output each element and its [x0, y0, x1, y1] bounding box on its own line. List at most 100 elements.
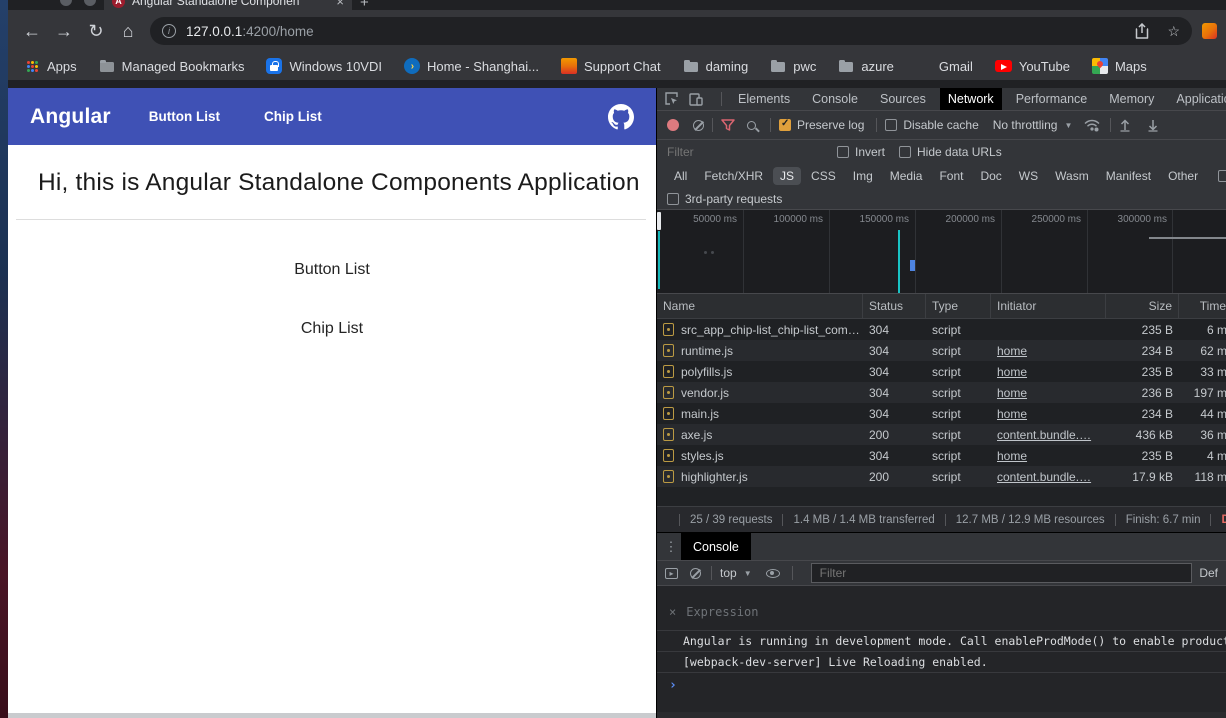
network-filter-input[interactable]: [667, 145, 837, 159]
clear-console-icon[interactable]: [690, 568, 701, 579]
site-info-icon[interactable]: i: [162, 24, 176, 38]
table-header-row[interactable]: Name Status Type Initiator Size Time: [657, 294, 1226, 319]
traffic-light-close[interactable]: [60, 0, 72, 6]
app-link[interactable]: Button List: [8, 261, 656, 279]
type-filter[interactable]: All: [667, 167, 694, 185]
bookmark-item[interactable]: Maps: [1092, 58, 1147, 74]
devtools-tab[interactable]: Memory: [1101, 88, 1162, 111]
address-bar[interactable]: i 127.0.0.1:4200/home ☆: [150, 17, 1192, 45]
import-har-icon[interactable]: [1119, 119, 1131, 132]
app-nav-link[interactable]: Button List: [149, 109, 220, 124]
type-filter[interactable]: Font: [932, 167, 970, 185]
share-icon[interactable]: [1135, 23, 1149, 39]
type-filter[interactable]: Other: [1161, 167, 1205, 185]
app-nav-link[interactable]: Chip List: [264, 109, 322, 124]
third-party-checkbox[interactable]: [667, 193, 679, 205]
live-expression-row[interactable]: × Expression: [657, 586, 1226, 628]
network-conditions-icon[interactable]: [1084, 119, 1100, 132]
type-filter[interactable]: CSS: [804, 167, 843, 185]
bookmark-item[interactable]: Windows 10VDI: [266, 58, 381, 74]
bookmark-item[interactable]: Gmail: [916, 58, 973, 74]
disable-cache-checkbox[interactable]: [885, 119, 897, 131]
request-row[interactable]: polyfills.js 304 script home 235 B 33 m: [657, 361, 1226, 382]
console-sidebar-icon[interactable]: ▸: [665, 568, 678, 579]
devtools-tab[interactable]: Console: [804, 88, 866, 111]
col-status[interactable]: Status: [863, 294, 926, 318]
has-blocked-cookies-checkbox[interactable]: [1218, 170, 1226, 182]
type-filter[interactable]: Wasm: [1048, 167, 1096, 185]
col-size[interactable]: Size: [1106, 294, 1179, 318]
devtools-tab[interactable]: Application: [1168, 88, 1226, 111]
type-filter[interactable]: WS: [1012, 167, 1045, 185]
invert-checkbox[interactable]: [837, 146, 849, 158]
home-icon[interactable]: ⌂: [112, 21, 144, 42]
devtools-tab[interactable]: Network: [940, 88, 1002, 111]
type-filter[interactable]: Doc: [973, 167, 1008, 185]
tab-close-icon[interactable]: ×: [336, 0, 344, 9]
console-drawer-tab[interactable]: Console: [681, 533, 751, 561]
request-row[interactable]: axe.js 200 script content.bundle.… 436 k…: [657, 424, 1226, 445]
throttling-select[interactable]: No throttling: [993, 118, 1058, 132]
col-time[interactable]: Time: [1179, 294, 1226, 318]
type-filter[interactable]: Manifest: [1099, 167, 1158, 185]
devtools-tab[interactable]: Sources: [872, 88, 934, 111]
bookmark-item[interactable]: pwc: [770, 58, 816, 74]
log-levels-select[interactable]: Def: [1199, 566, 1218, 580]
preserve-log-checkbox[interactable]: [779, 119, 791, 131]
col-initiator[interactable]: Initiator: [991, 294, 1106, 318]
execution-context-select[interactable]: top ▼: [720, 566, 752, 580]
type-filter[interactable]: Fetch/XHR: [697, 167, 770, 185]
type-filter[interactable]: JS: [773, 167, 801, 185]
request-initiator-link[interactable]: content.bundle.…: [997, 470, 1091, 484]
record-icon[interactable]: [667, 119, 679, 131]
request-initiator-link[interactable]: home: [997, 365, 1027, 379]
request-row[interactable]: runtime.js 304 script home 234 B 62 m: [657, 340, 1226, 361]
request-row[interactable]: main.js 304 script home 234 B 44 m: [657, 403, 1226, 424]
live-expression-eye-icon[interactable]: [766, 569, 780, 578]
request-initiator-link[interactable]: home: [997, 344, 1027, 358]
bookmark-item[interactable]: azure: [838, 58, 894, 74]
request-initiator-link[interactable]: content.bundle.…: [997, 428, 1091, 442]
hide-data-urls-checkbox[interactable]: [899, 146, 911, 158]
bookmark-star-icon[interactable]: ☆: [1167, 23, 1180, 40]
bookmark-item[interactable]: Apps: [24, 58, 77, 74]
github-icon[interactable]: [608, 104, 634, 130]
inspect-element-icon[interactable]: [665, 92, 679, 106]
request-row[interactable]: highlighter.js 200 script content.bundle…: [657, 466, 1226, 487]
reload-icon[interactable]: ↻: [80, 21, 112, 42]
col-type[interactable]: Type: [926, 294, 991, 318]
horizontal-scrollbar[interactable]: [8, 713, 656, 718]
devtools-tab[interactable]: Elements: [730, 88, 798, 111]
export-har-icon[interactable]: [1147, 119, 1159, 132]
search-icon[interactable]: [747, 121, 756, 130]
drawer-menu-icon[interactable]: ⋮: [661, 539, 681, 555]
bookmark-item[interactable]: Support Chat: [561, 58, 661, 74]
close-icon[interactable]: ×: [669, 605, 676, 619]
request-row[interactable]: src_app_chip-list_chip-list_com… 304 scr…: [657, 319, 1226, 340]
request-row[interactable]: vendor.js 304 script home 236 B 197 m: [657, 382, 1226, 403]
timeline-scroll-handle[interactable]: [657, 212, 661, 230]
forward-icon[interactable]: →: [48, 21, 80, 42]
browser-tab[interactable]: A Angular Standalone Componen ×: [104, 0, 352, 10]
bookmark-item[interactable]: Home - Shanghai...: [404, 58, 539, 74]
type-filter[interactable]: Media: [883, 167, 930, 185]
request-initiator-link[interactable]: home: [997, 386, 1027, 400]
bookmark-item[interactable]: daming: [683, 58, 749, 74]
console-messages-area[interactable]: × Expression Angular is running in devel…: [657, 586, 1226, 712]
clear-icon[interactable]: [693, 120, 704, 131]
devtools-tab[interactable]: Performance: [1008, 88, 1096, 111]
bookmark-item[interactable]: YouTube: [995, 59, 1070, 74]
bookmark-item[interactable]: Managed Bookmarks: [99, 58, 245, 74]
console-filter-box[interactable]: [811, 563, 1192, 583]
network-overview-timeline[interactable]: 50000 ms100000 ms150000 ms200000 ms25000…: [657, 210, 1226, 294]
back-icon[interactable]: ←: [16, 21, 48, 42]
console-prompt-icon[interactable]: ›: [657, 673, 1226, 693]
app-link[interactable]: Chip List: [8, 320, 656, 338]
request-row[interactable]: styles.js 304 script home 235 B 4 m: [657, 445, 1226, 466]
request-initiator-link[interactable]: home: [997, 449, 1027, 463]
type-filter[interactable]: Img: [846, 167, 880, 185]
traffic-light-minimize[interactable]: [84, 0, 96, 6]
col-name[interactable]: Name: [657, 294, 863, 318]
device-toolbar-icon[interactable]: [689, 93, 703, 106]
request-initiator-link[interactable]: home: [997, 407, 1027, 421]
